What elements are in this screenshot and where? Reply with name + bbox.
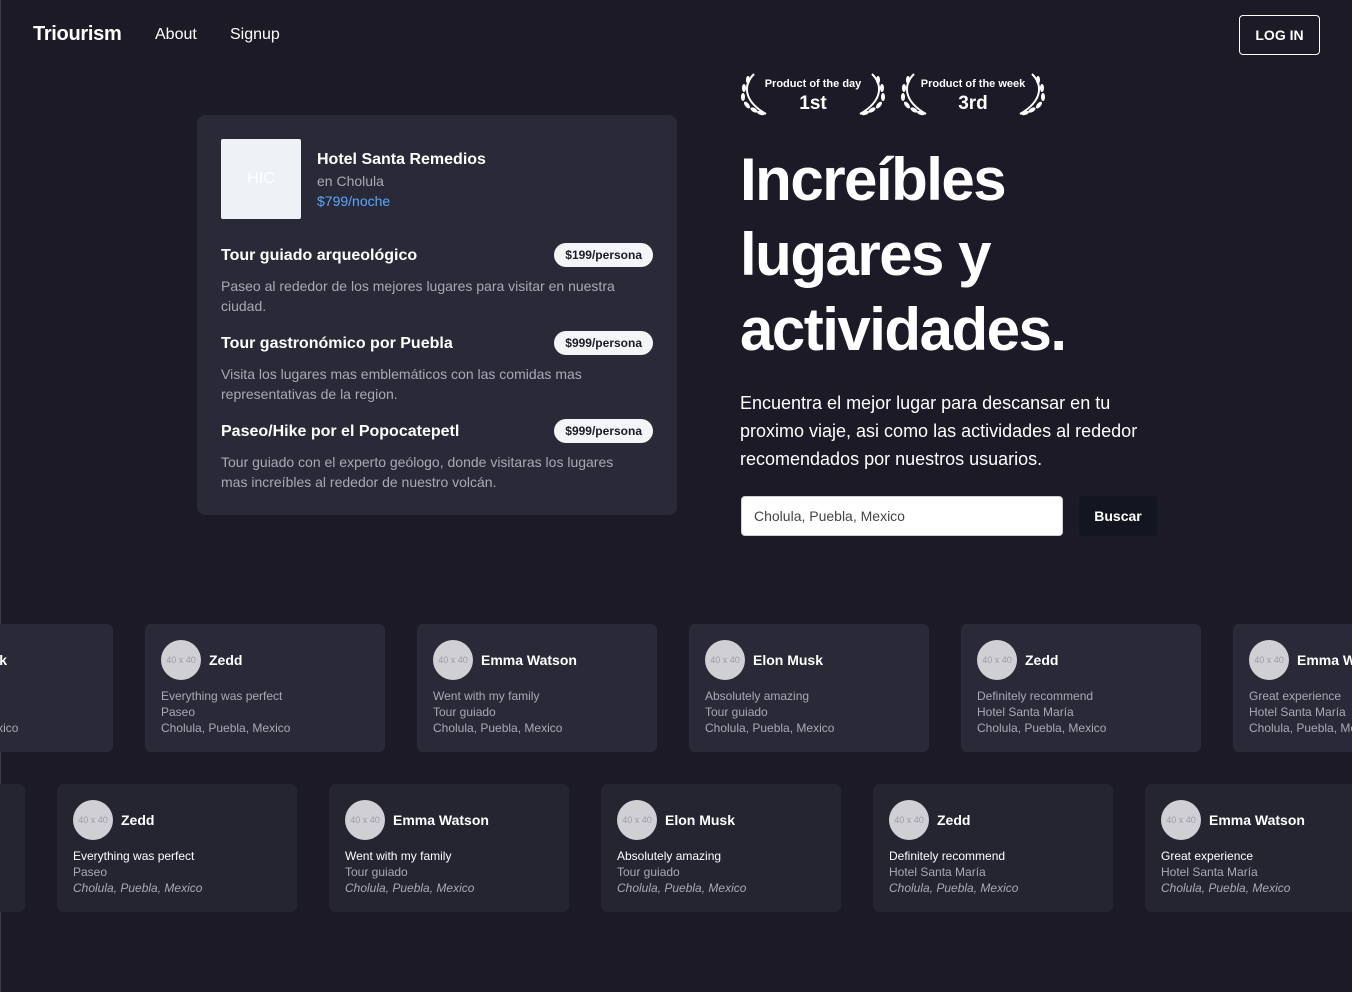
review-location: Cholula, Puebla, Mexico: [705, 721, 835, 735]
review-text: Absolutely amazing: [617, 849, 722, 863]
reviewer-name: Emma Watson: [1209, 812, 1305, 828]
reviewer-name: Elon Musk: [665, 812, 736, 828]
review-card: 40 x 40Elon MuskAbsolutely amazingTour g…: [0, 624, 113, 752]
review-service: Hotel Santa María: [1161, 865, 1258, 879]
review-text: Definitely recommend: [977, 689, 1094, 703]
reviewer-name: Elon Musk: [753, 652, 824, 668]
activity-description: Paseo al rededor de los mejores lugares …: [221, 278, 615, 314]
avatar: 40 x 40: [617, 800, 657, 840]
review-text: Absolutely amazing: [705, 689, 810, 703]
review-card: 40 x 40 Emma Watson Great experience Hotel …: [1145, 784, 1352, 912]
review-text: Everything was perfect: [73, 849, 195, 863]
review-location: Cholula, Puebla, Mexico: [1249, 721, 1352, 735]
avatar: 40 x 40: [889, 800, 929, 840]
review-location: Cholula, Puebla, Mexico: [0, 721, 19, 735]
review-service: Tour guiado: [433, 705, 496, 719]
hotel-thumbnail: HIC: [221, 139, 301, 219]
review-text: Everything was perfect: [161, 689, 283, 703]
search-button[interactable]: Buscar: [1079, 496, 1157, 536]
activity-price-badge: $199/persona: [554, 243, 653, 267]
review-card: 40 x 40 Zedd Definitely recommend Hotel San…: [961, 624, 1201, 752]
hotel-name: Hotel Santa Remedios: [317, 151, 486, 168]
review-card: 40 x 40 Emma Watson Great experience Hotel …: [1233, 624, 1352, 752]
review-text: Great experience: [1249, 689, 1342, 703]
activity-title: Tour guiado arqueológico: [221, 247, 418, 264]
review-service: Paseo: [73, 865, 108, 879]
review-card: 40 x 40 Zedd Everything was perfect Paseo Ch…: [145, 624, 385, 752]
review-service: Hotel Santa María: [977, 705, 1074, 719]
review-text: Definitely recommend: [889, 849, 1006, 863]
top-nav: Triourism About Signup LOG IN: [0, 0, 1352, 70]
review-location: Cholula, Puebla, Mexico: [889, 881, 1019, 895]
avatar: 40 x 40: [161, 640, 201, 680]
review-location: Cholula, Puebla, Mexico: [73, 881, 203, 895]
award-badge-week[interactable]: Product of the week 3rd: [900, 70, 1046, 118]
review-card: 40 x 40 Elon Musk Absolutely amazing Tour g…: [601, 784, 841, 912]
reviewer-name: Zedd: [1025, 652, 1059, 668]
review-service: Tour guiado: [345, 865, 408, 879]
review-card: 40 x 40 Zedd Definitely recommend Hotel San…: [873, 784, 1113, 912]
activity-title: Paseo/Hike por el Popocatepetl: [221, 423, 460, 440]
review-service: Tour guiado: [705, 705, 768, 719]
reviewer-name: Elon Musk: [0, 652, 8, 668]
reviews-row-bottom: 40 x 40 Emma Watson Great experience Hotel …: [0, 784, 1352, 914]
reviewer-name: Zedd: [937, 812, 971, 828]
reviewer-name: Zedd: [209, 652, 243, 668]
avatar: 40 x 40: [345, 800, 385, 840]
hero-title: Increíbles lugares y actividades.: [740, 146, 1067, 363]
brand-logo[interactable]: Triourism: [33, 23, 122, 46]
review-service: Hotel Santa María: [1249, 705, 1346, 719]
review-service: Tour guiado: [617, 865, 680, 879]
review-location: Cholula, Puebla, Mexico: [1161, 881, 1291, 895]
nav-about-link[interactable]: About: [155, 26, 197, 44]
avatar: 40 x 40: [1249, 640, 1289, 680]
avatar: 40 x 40: [705, 640, 745, 680]
review-text: Went with my family: [345, 849, 452, 863]
review-service: Hotel Santa María: [889, 865, 986, 879]
laurel-right-icon: [1019, 73, 1045, 116]
nav-signup-link[interactable]: Signup: [230, 26, 280, 44]
review-text: Great experience: [1161, 849, 1254, 863]
laurel-right-icon: [859, 73, 885, 116]
reviewer-name: Emma Watson: [1297, 652, 1352, 668]
activity-description: Visita los lugares mas emblemáticos con …: [221, 366, 582, 402]
review-location: Cholula, Puebla, Mexico: [161, 721, 291, 735]
product-card: HIC Hotel Santa Remedios en Cholula $799…: [197, 115, 677, 515]
review-card: 40 x 40 Zedd Everything was perfect Paseo Ch…: [57, 784, 297, 912]
review-location: Cholula, Puebla, Mexico: [433, 721, 563, 735]
activity-title: Tour gastronómico por Puebla: [221, 335, 453, 352]
reviewer-name: Emma Watson: [481, 652, 577, 668]
activity-description: Tour guiado con el experto geólogo, dond…: [221, 454, 614, 490]
review-location: Cholula, Puebla, Mexico: [345, 881, 475, 895]
avatar: 40 x 40: [1161, 800, 1201, 840]
activity-price-badge: $999/persona: [554, 331, 653, 355]
hotel-city: en Cholula: [317, 173, 384, 189]
review-card: 40 x 40Emma WatsonGreat experienceHotel …: [0, 784, 25, 912]
hero-subtitle: Encuentra el mejor lugar para descansar …: [740, 393, 1138, 469]
review-card: 40 x 40 Elon Musk Absolutely amazing Tour g…: [689, 624, 929, 752]
login-button[interactable]: LOG IN: [1239, 15, 1320, 55]
reviewer-name: Zedd: [121, 812, 155, 828]
award-badge-day[interactable]: Product of the day 1st: [740, 70, 886, 118]
activity-price-badge: $999/persona: [554, 419, 653, 443]
review-text: Went with my family: [433, 689, 540, 703]
reviews-row-top: 40 x 40 Elon Musk Absolutely amazing Tour g…: [0, 624, 1352, 754]
avatar: 40 x 40: [977, 640, 1017, 680]
hotel-price: $799/noche: [317, 193, 391, 209]
review-service: Paseo: [161, 705, 196, 719]
reviewer-name: Emma Watson: [393, 812, 489, 828]
review-location: Cholula, Puebla, Mexico: [977, 721, 1107, 735]
review-location: Cholula, Puebla, Mexico: [617, 881, 747, 895]
review-card: 40 x 40 Emma Watson Went with my family Tou…: [417, 624, 657, 752]
avatar: 40 x 40: [73, 800, 113, 840]
review-card: 40 x 40 Emma Watson Went with my family Tou…: [329, 784, 569, 912]
avatar: 40 x 40: [433, 640, 473, 680]
search-input[interactable]: [741, 496, 1063, 536]
